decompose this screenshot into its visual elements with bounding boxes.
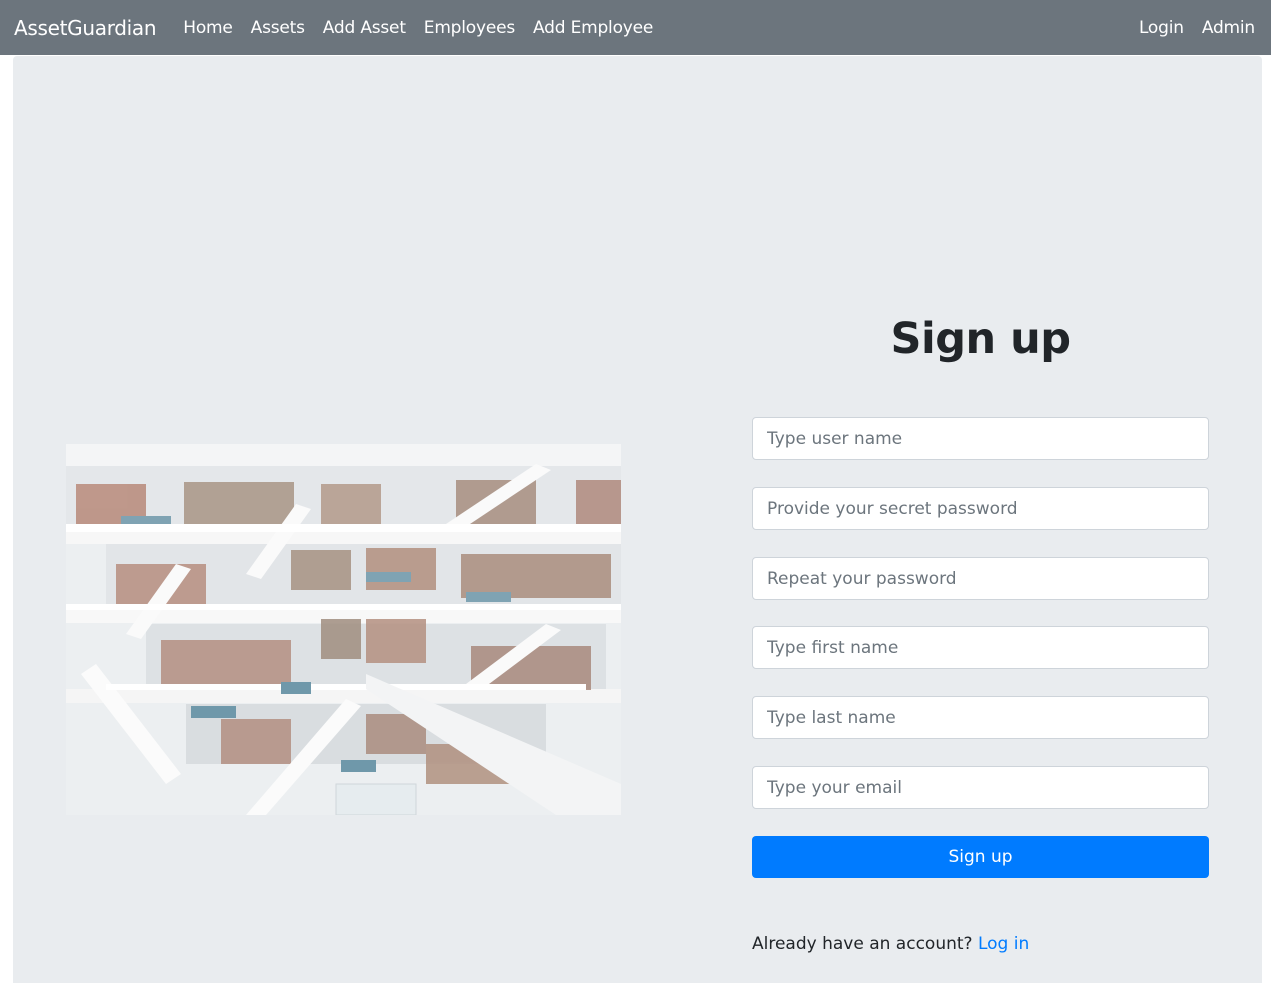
password-field[interactable] bbox=[752, 487, 1209, 530]
email-field[interactable] bbox=[752, 766, 1209, 809]
library-interior-photo bbox=[66, 444, 621, 815]
nav-home-link[interactable]: Home bbox=[183, 18, 233, 38]
login-prompt: Already have an account? Log in bbox=[752, 934, 1029, 954]
nav-employees-link[interactable]: Employees bbox=[424, 18, 515, 38]
page-title: Sign up bbox=[890, 314, 1071, 364]
last-name-field[interactable] bbox=[752, 696, 1209, 739]
first-name-field[interactable] bbox=[752, 626, 1209, 669]
brand-link[interactable]: AssetGuardian bbox=[14, 16, 157, 40]
repeat-password-field[interactable] bbox=[752, 557, 1209, 600]
signup-button[interactable]: Sign up bbox=[752, 836, 1209, 878]
nav-right-group: Login Admin bbox=[1139, 18, 1257, 38]
nav-login-link[interactable]: Login bbox=[1139, 18, 1184, 38]
top-navbar: AssetGuardian Home Assets Add Asset Empl… bbox=[0, 0, 1271, 55]
nav-assets-link[interactable]: Assets bbox=[251, 18, 305, 38]
nav-admin-link[interactable]: Admin bbox=[1202, 18, 1255, 38]
signup-panel: Sign up Sign up Already have an account?… bbox=[13, 56, 1262, 983]
username-field[interactable] bbox=[752, 417, 1209, 460]
login-prompt-text: Already have an account? bbox=[752, 934, 973, 954]
nav-left-group: Home Assets Add Asset Employees Add Empl… bbox=[183, 18, 653, 38]
nav-add-employee-link[interactable]: Add Employee bbox=[533, 18, 653, 38]
nav-add-asset-link[interactable]: Add Asset bbox=[323, 18, 406, 38]
login-link[interactable]: Log in bbox=[978, 934, 1029, 954]
